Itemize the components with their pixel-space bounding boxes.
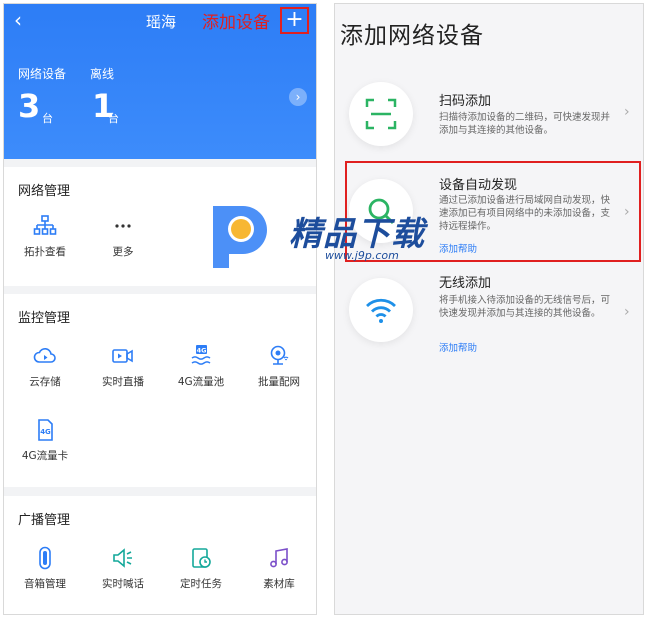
header-banner: ‹ 瑶海 添加设备 + 网络设备 3 台 离线 1 台 ›: [4, 4, 316, 159]
tile-label: 素材库: [263, 578, 295, 590]
tile-label: 4G流量卡: [21, 450, 69, 462]
topology-icon: [33, 215, 57, 235]
scan-code-icon: [349, 82, 413, 146]
tile-label: 实时直播: [102, 376, 144, 388]
help-link[interactable]: 添加帮助: [439, 340, 477, 354]
watermark-text: 精品下载: [289, 214, 425, 253]
cloud-play-icon: [33, 348, 56, 363]
chevron-right-icon: ›: [624, 304, 630, 320]
stat-value-network-devices: 3: [18, 87, 41, 125]
tile-label: 拓扑查看: [24, 246, 66, 258]
j9p-logo-icon: [213, 206, 267, 268]
add-device-button[interactable]: +: [280, 7, 309, 34]
wifi-icon: [349, 278, 413, 342]
tile-topology[interactable]: 拓扑查看: [6, 214, 84, 259]
speaker-icon: [39, 546, 51, 570]
music-library-icon: [270, 548, 288, 568]
chevron-right-icon: ›: [624, 104, 630, 120]
right-screen: 添加网络设备 扫码添加 扫描待添加设备的二维码，可快速发现并添加与其连接的其他设…: [334, 3, 644, 615]
section-title: 广播管理: [18, 513, 71, 528]
monitor-management-card: 监控管理 云存储 实时直播 4G 4G流量池 批量配网 4G 4G流量卡: [4, 294, 316, 487]
tile-4g-pool[interactable]: 4G 4G流量池: [162, 344, 240, 389]
tile-material-library[interactable]: 素材库: [240, 546, 316, 591]
tile-label: 更多: [112, 246, 134, 258]
tile-label: 定时任务: [180, 578, 222, 590]
option-name: 无线添加: [439, 276, 492, 291]
tile-label: 云存储: [29, 376, 61, 388]
4g-badge: 4G: [197, 346, 207, 354]
tile-more[interactable]: 更多: [84, 214, 162, 259]
option-scan-add[interactable]: 扫码添加 扫描待添加设备的二维码，可快速发现并添加与其连接的其他设备。 ›: [335, 74, 643, 174]
option-description: 将手机接入待添加设备的无线信号后，可快速发现并添加与其连接的其他设备。: [439, 295, 611, 319]
tile-live[interactable]: 实时直播: [84, 344, 162, 389]
page-title: 添加网络设备: [340, 23, 484, 49]
tile-cloud-storage[interactable]: 云存储: [6, 344, 84, 389]
live-video-icon: [112, 349, 133, 363]
stat-label-offline: 离线: [90, 67, 115, 81]
tile-realtime-shout[interactable]: 实时喊话: [84, 546, 162, 591]
4g-card-icon: 4G: [38, 419, 53, 441]
more-icon: [115, 224, 131, 228]
timer-task-icon: [192, 548, 211, 568]
annotation-label: 添加设备: [202, 13, 270, 33]
section-title: 监控管理: [18, 311, 71, 326]
tile-label: 4G流量池: [177, 376, 225, 388]
section-title: 网络管理: [18, 184, 71, 199]
tile-label: 批量配网: [258, 376, 300, 388]
stat-label-network-devices: 网络设备: [18, 67, 67, 81]
option-wireless-add[interactable]: 无线添加 将手机接入待添加设备的无线信号后，可快速发现并添加与其连接的其他设备。…: [335, 266, 643, 366]
stat-unit-offline: 台: [108, 112, 119, 125]
4g-pool-icon: 4G: [191, 345, 211, 365]
option-description: 扫描待添加设备的二维码，可快速发现并添加与其连接的其他设备。: [439, 112, 611, 136]
chevron-right-icon[interactable]: ›: [289, 88, 307, 106]
watermark-url: www.j9p.com: [325, 249, 399, 262]
tile-timer-task[interactable]: 定时任务: [162, 546, 240, 591]
tile-label: 音箱管理: [24, 578, 66, 590]
megaphone-icon: [113, 548, 132, 568]
camera-config-icon: [270, 345, 289, 365]
page-title: 瑶海: [145, 13, 176, 31]
4g-badge: 4G: [40, 428, 51, 436]
stat-unit-network-devices: 台: [42, 112, 53, 125]
broadcast-management-card: 广播管理 音箱管理 实时喊话 定时任务 素材库: [4, 496, 316, 614]
option-name: 扫码添加: [439, 94, 492, 109]
left-screen: ‹ 瑶海 添加设备 + 网络设备 3 台 离线 1 台 › 网络管理 拓扑查看: [3, 3, 317, 615]
tile-speaker[interactable]: 音箱管理: [6, 546, 84, 591]
tile-batch-config[interactable]: 批量配网: [240, 344, 316, 389]
tile-label: 实时喊话: [102, 578, 144, 590]
plus-icon: +: [285, 7, 304, 32]
tile-4g-card[interactable]: 4G 4G流量卡: [6, 418, 84, 463]
